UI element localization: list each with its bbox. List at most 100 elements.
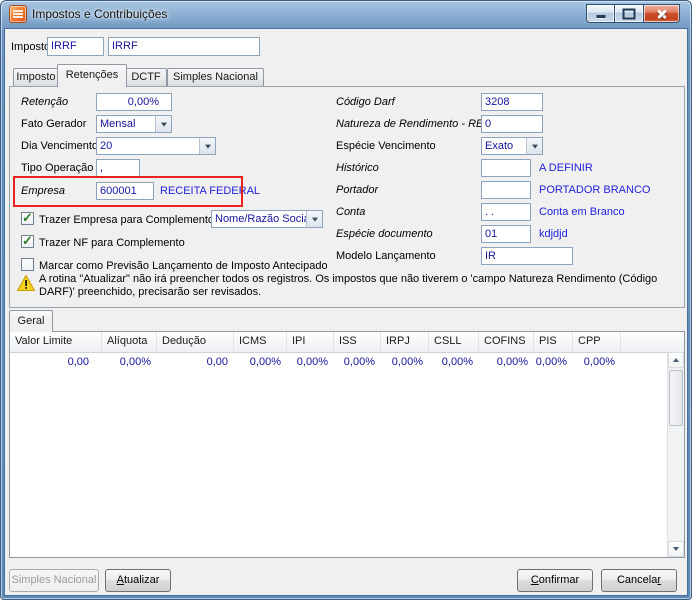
especie-vencimento-select[interactable]: Exato (481, 137, 543, 155)
cell-csll: 0,00% (441, 356, 473, 368)
chevron-down-icon (306, 211, 322, 227)
historico-description: A DEFINIR (539, 162, 593, 174)
table-header: Valor Limite Alíquota Dedução ICMS IPI I… (10, 332, 684, 353)
caption-buttons (586, 4, 680, 23)
tab-retencoes[interactable]: Retenções (57, 64, 127, 87)
trazer-empresa-combo-value: Nome/Razão Social (215, 213, 313, 225)
cancelar-label-pre: Cancela (616, 574, 658, 586)
limits-table: Valor Limite Alíquota Dedução ICMS IPI I… (9, 331, 685, 558)
cell-icms: 0,00% (249, 356, 281, 368)
dia-vencimento-select[interactable]: 20 (96, 137, 216, 155)
maximize-button[interactable] (615, 4, 644, 23)
cell-cofins: 0,00% (496, 356, 528, 368)
minimize-icon (596, 15, 605, 18)
conta-label: Conta (336, 206, 366, 218)
header-cell: Alíquota (102, 332, 157, 352)
historico-label: Histórico (336, 162, 379, 174)
header-cell: ICMS (234, 332, 287, 352)
simples-nacional-button-label: Simples Nacional (11, 574, 97, 586)
tipo-operacao-label: Tipo Operação (21, 162, 94, 174)
app-icon (10, 6, 26, 22)
empresa-highlight-annotation (13, 176, 243, 207)
header-cell: Dedução (157, 332, 234, 352)
portador-label: Portador (336, 184, 379, 196)
close-button[interactable] (644, 4, 680, 23)
header-cell: PIS (534, 332, 573, 352)
window-title: Impostos e Contribuições (32, 7, 168, 21)
warning-icon (16, 274, 36, 294)
tab-dctf[interactable]: DCTF (125, 68, 167, 86)
especie-documento-description: kdjdjd (539, 228, 568, 240)
trazer-empresa-checkbox[interactable] (21, 210, 34, 226)
imposto-code-input[interactable]: IRRF (47, 37, 104, 56)
trazer-empresa-label[interactable]: Trazer Empresa para Complemento (39, 214, 214, 226)
cell-iss: 0,00% (343, 356, 375, 368)
close-icon (644, 5, 679, 22)
simples-nacional-button[interactable]: Simples Nacional (9, 569, 99, 592)
codigo-darf-input[interactable]: 3208 (481, 93, 543, 111)
marcar-previsao-checkbox[interactable] (21, 258, 34, 271)
header-cell: IPI (287, 332, 334, 352)
header-cell: IRPJ (381, 332, 429, 352)
scroll-down-icon (673, 547, 679, 551)
fato-gerador-label: Fato Gerador (21, 118, 87, 130)
cell-valor-limite: 0,00 (67, 356, 89, 368)
trazer-nf-label[interactable]: Trazer NF para Complemento (39, 237, 185, 249)
portador-input[interactable] (481, 181, 531, 199)
cell-aliquota: 0,00% (119, 356, 151, 368)
tab-geral[interactable]: Geral (9, 310, 53, 332)
dia-vencimento-label: Dia Vencimento (21, 140, 99, 152)
especie-vencimento-value: Exato (485, 140, 514, 152)
scroll-up-icon (673, 358, 679, 362)
chevron-down-icon (155, 116, 171, 132)
header-cell: ISS (334, 332, 381, 352)
especie-documento-label: Espécie documento (336, 228, 433, 240)
tab-simples-nacional[interactable]: Simples Nacional (167, 68, 264, 86)
modelo-lancamento-label: Modelo Lançamento (336, 250, 436, 262)
title-bar[interactable]: Impostos e Contribuições (0, 0, 692, 28)
cancelar-button[interactable]: Cancelar (601, 569, 677, 592)
confirmar-label-post: onfirmar (538, 574, 580, 586)
natureza-rendimento-input[interactable]: 0 (481, 115, 543, 133)
header-cell: Valor Limite (10, 332, 102, 352)
dialog-window: Impostos e Contribuições Imposto IRRF IR… (0, 0, 692, 600)
tab-imposto[interactable]: Imposto (13, 68, 59, 86)
header-cell: COFINS (479, 332, 534, 352)
tipo-operacao-input[interactable]: , (96, 159, 140, 177)
cell-irpj: 0,00% (391, 356, 423, 368)
atualizar-label-key: A (116, 574, 124, 586)
header-cell: CSLL (429, 332, 479, 352)
atualizar-label-post: tualizar (123, 574, 160, 586)
vertical-scrollbar[interactable] (667, 352, 684, 557)
retencao-input[interactable]: 0,00% (96, 93, 172, 111)
marcar-previsao-label[interactable]: Marcar como Previsão Lançamento de Impos… (39, 260, 328, 272)
scrollbar-thumb[interactable] (669, 370, 683, 426)
atualizar-button[interactable]: Atualizar (105, 569, 171, 592)
conta-input[interactable]: . . (481, 203, 531, 221)
maximize-icon (622, 8, 636, 19)
trazer-empresa-select[interactable]: Nome/Razão Social (211, 210, 323, 228)
scroll-down-button[interactable] (668, 541, 684, 557)
confirmar-label-key: C (530, 574, 539, 586)
scroll-up-button[interactable] (668, 352, 684, 368)
header-cell: CPP (573, 332, 621, 352)
minimize-button[interactable] (586, 4, 615, 23)
header-filler (621, 332, 684, 352)
especie-vencimento-label: Espécie Vencimento (336, 140, 436, 152)
cell-ipi: 0,00% (296, 356, 328, 368)
confirmar-button[interactable]: Confirmar (517, 569, 593, 592)
imposto-name-input[interactable]: IRRF (108, 37, 260, 56)
fato-gerador-select[interactable]: Mensal (96, 115, 172, 133)
cell-cpp: 0,00% (583, 356, 615, 368)
cancelar-label-key: r (657, 574, 662, 586)
especie-documento-input[interactable]: 01 (481, 225, 531, 243)
trazer-nf-checkbox[interactable] (21, 233, 34, 249)
table-row[interactable]: 0,00 0,00% 0,00 0,00% 0,00% 0,00% 0,00% … (10, 355, 667, 371)
conta-description: Conta em Branco (539, 206, 625, 218)
chevron-down-icon (199, 138, 215, 154)
warning-text: A rotina "Atualizar" não irá preencher t… (39, 273, 658, 298)
historico-input[interactable] (481, 159, 531, 177)
dialog-body: Imposto IRRF IRRF Imposto Retenções DCTF… (4, 28, 688, 596)
chevron-down-icon (526, 138, 542, 154)
modelo-lancamento-input[interactable]: IR (481, 247, 573, 265)
